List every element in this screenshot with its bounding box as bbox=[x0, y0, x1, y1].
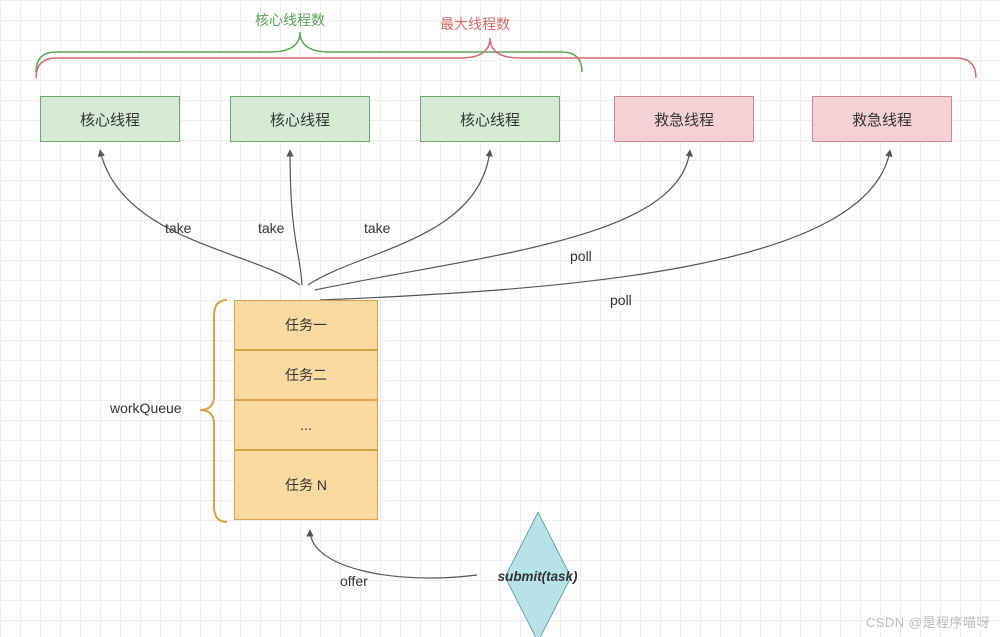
brace-workqueue bbox=[200, 300, 227, 522]
label-core-count: 核心线程数 bbox=[255, 10, 325, 30]
core-thread-3: 核心线程 bbox=[420, 96, 560, 142]
task-1: 任务一 bbox=[234, 300, 378, 350]
label-take-2: take bbox=[258, 220, 284, 236]
task-2: 任务二 bbox=[234, 350, 378, 400]
label-max-count: 最大线程数 bbox=[440, 14, 510, 34]
watermark: CSDN @是程序喵呀 bbox=[866, 612, 990, 631]
label-offer: offer bbox=[340, 573, 368, 589]
label-take-3: take bbox=[364, 220, 390, 236]
arrow-offer bbox=[310, 530, 477, 578]
arrow-poll-2 bbox=[320, 150, 890, 300]
brace-max bbox=[36, 38, 976, 78]
arrow-take-1 bbox=[100, 150, 300, 285]
arrow-take-2 bbox=[290, 150, 302, 285]
task-n: 任务 N bbox=[234, 450, 378, 520]
label-poll-2: poll bbox=[610, 292, 632, 308]
arrow-take-3 bbox=[308, 150, 490, 285]
label-poll-1: poll bbox=[570, 248, 592, 264]
spare-thread-1: 救急线程 bbox=[614, 96, 754, 142]
brace-core bbox=[36, 32, 582, 72]
core-thread-1: 核心线程 bbox=[40, 96, 180, 142]
task-dot: ... bbox=[234, 400, 378, 450]
core-thread-2: 核心线程 bbox=[230, 96, 370, 142]
label-workqueue: workQueue bbox=[110, 400, 182, 416]
spare-thread-2: 救急线程 bbox=[812, 96, 952, 142]
label-take-1: take bbox=[165, 220, 191, 236]
submit-label: submit(task) bbox=[498, 569, 578, 584]
